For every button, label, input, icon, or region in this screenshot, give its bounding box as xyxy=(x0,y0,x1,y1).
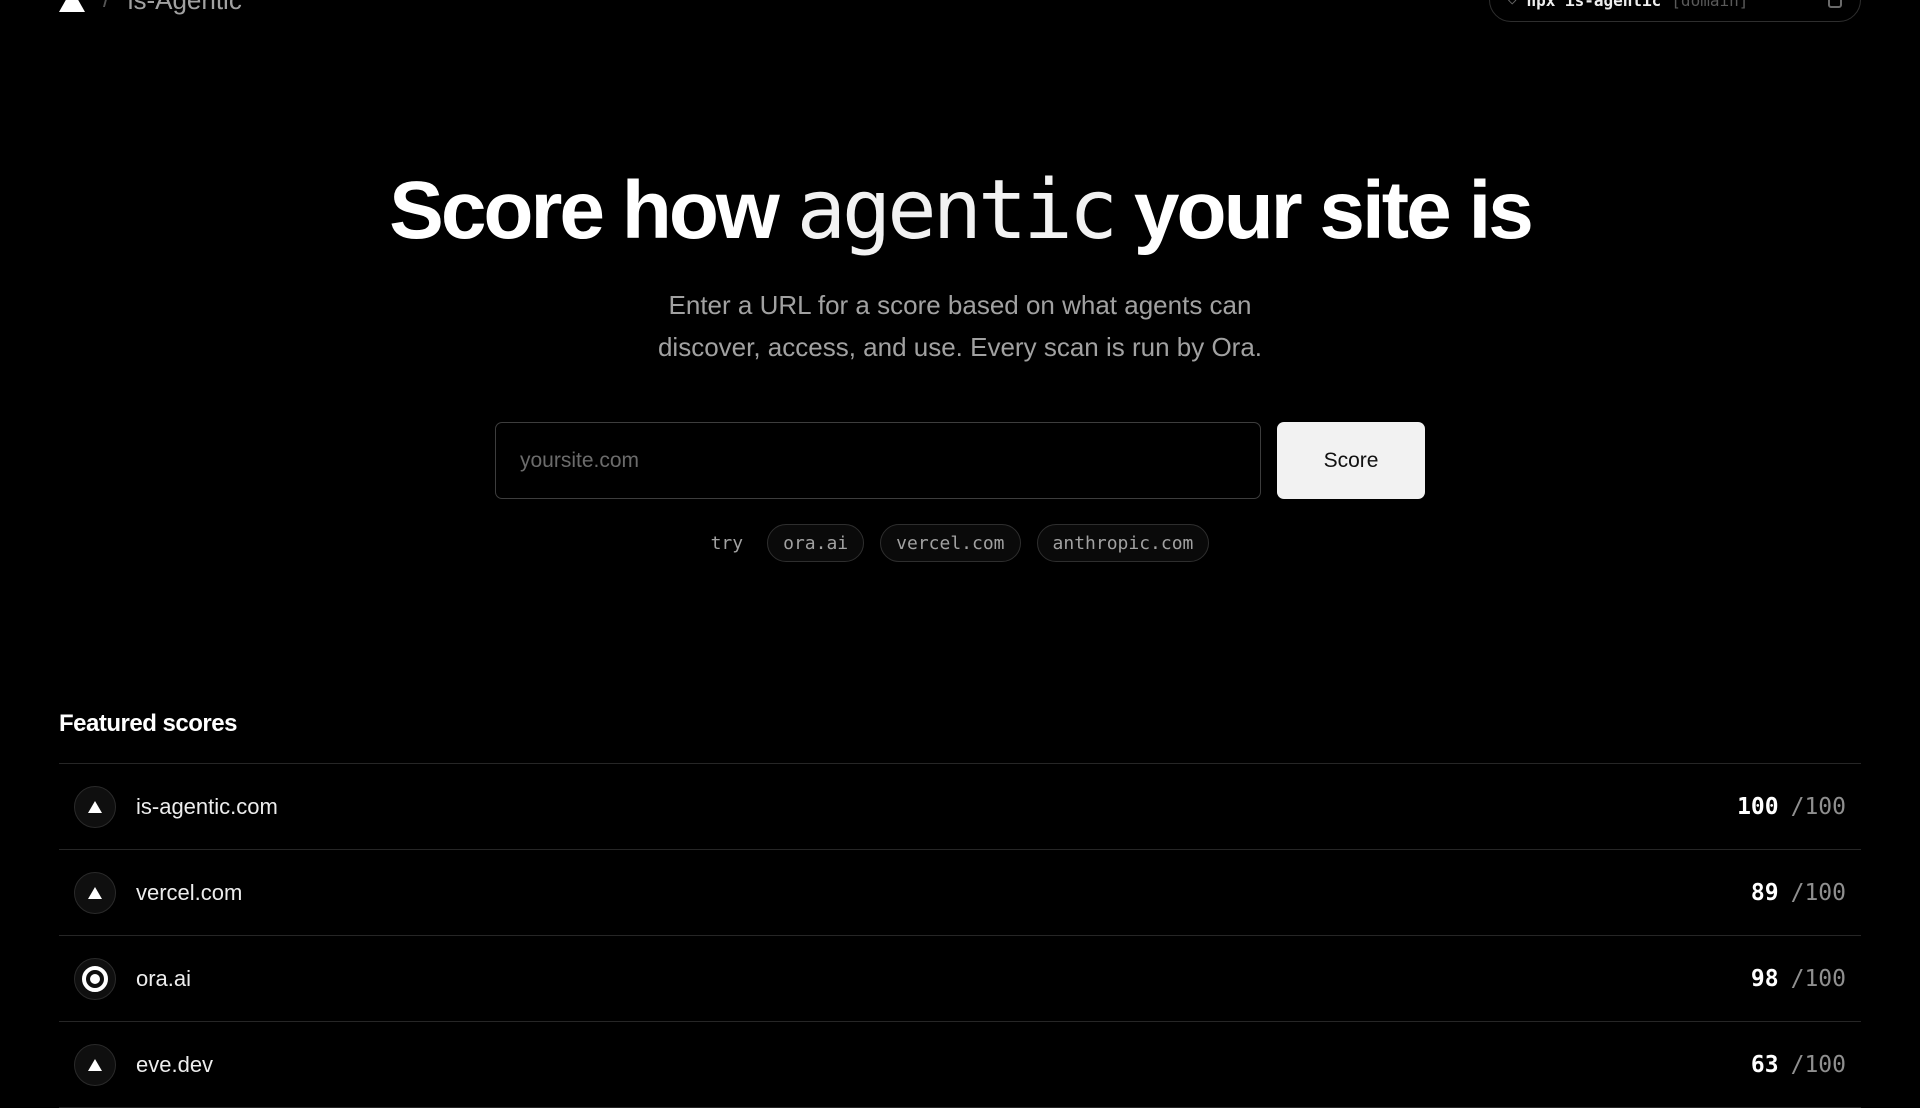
suggestion-chip-ora[interactable]: ora.ai xyxy=(767,524,865,562)
score-row[interactable]: vercel.com 89 /100 xyxy=(59,850,1861,936)
brand-separator: / xyxy=(103,0,110,14)
site-avatar xyxy=(74,1043,116,1086)
triangle-icon xyxy=(88,886,102,899)
diamond-icon: ◇ xyxy=(1508,0,1517,8)
score-row[interactable]: ora.ai 98 /100 xyxy=(59,936,1861,1022)
score-max: /100 xyxy=(1790,879,1846,906)
row-score: 100 /100 xyxy=(1737,794,1846,820)
hero: Score how agentic your site is Enter a U… xyxy=(0,168,1920,368)
cli-argument: [domain] xyxy=(1671,0,1749,10)
triangle-logo-icon xyxy=(59,0,85,12)
site-avatar xyxy=(74,785,116,828)
score-value: 100 xyxy=(1737,793,1779,820)
featured-scores-title: Featured scores xyxy=(59,710,237,737)
suggestion-chip-anthropic[interactable]: anthropic.com xyxy=(1036,524,1210,562)
search-form: Score xyxy=(495,422,1425,499)
score-max: /100 xyxy=(1790,1051,1846,1078)
score-value: 89 xyxy=(1750,879,1779,906)
brand[interactable]: / is-Agentic xyxy=(59,0,242,16)
site-avatar xyxy=(74,871,116,914)
title-start: Score how xyxy=(389,165,797,256)
target-icon xyxy=(82,965,108,992)
row-domain: eve.dev xyxy=(136,1051,214,1077)
site-avatar xyxy=(74,957,116,1000)
hero-subtitle: Enter a URL for a score based on what ag… xyxy=(657,290,1263,362)
row-domain: is-agentic.com xyxy=(136,793,278,819)
row-score: 98 /100 xyxy=(1751,966,1846,992)
copy-icon[interactable] xyxy=(1828,0,1842,8)
brand-name: is-Agentic xyxy=(128,0,242,16)
row-domain: vercel.com xyxy=(136,879,243,905)
try-label: try xyxy=(710,532,744,554)
score-row[interactable]: is-agentic.com 100 /100 xyxy=(59,764,1861,850)
row-score: 89 /100 xyxy=(1751,880,1846,906)
featured-scores-list: is-agentic.com 100 /100 vercel.com 89 /1… xyxy=(59,763,1861,1108)
cli-command: npx is-agentic xyxy=(1526,0,1662,10)
triangle-icon xyxy=(88,800,102,813)
row-domain: ora.ai xyxy=(136,965,192,991)
score-button[interactable]: Score xyxy=(1277,422,1425,499)
suggestion-chip-vercel[interactable]: vercel.com xyxy=(880,524,1021,562)
score-value: 63 xyxy=(1750,1051,1779,1078)
score-max: /100 xyxy=(1790,793,1846,820)
row-score: 63 /100 xyxy=(1751,1052,1846,1078)
title-end: your site is xyxy=(1114,165,1534,256)
cli-command-pill[interactable]: ◇ npx is-agentic [domain] xyxy=(1489,0,1861,22)
page-title: Score how agentic your site is xyxy=(0,168,1920,254)
score-row[interactable]: eve.dev 63 /100 xyxy=(59,1022,1861,1108)
url-input[interactable] xyxy=(495,422,1261,499)
top-bar: / is-Agentic ◇ npx is-agentic [domain] xyxy=(59,0,1861,22)
score-max: /100 xyxy=(1790,965,1846,992)
try-suggestions: try ora.ai vercel.com anthropic.com xyxy=(0,524,1920,562)
score-value: 98 xyxy=(1750,965,1779,992)
triangle-icon xyxy=(88,1058,102,1071)
title-highlight: agentic xyxy=(796,163,1119,258)
